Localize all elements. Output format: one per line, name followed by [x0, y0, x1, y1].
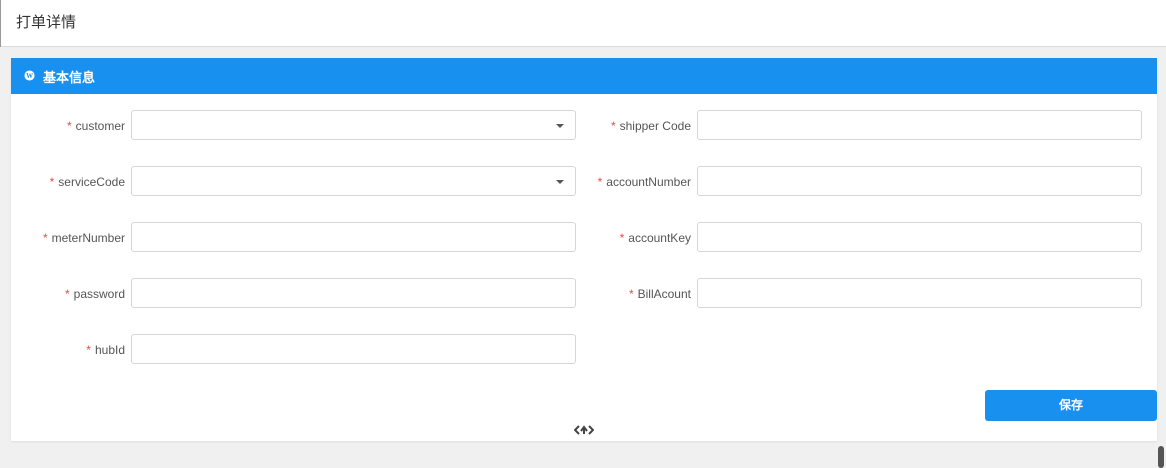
customer-select[interactable] [131, 110, 576, 140]
required-mark: * [42, 231, 48, 245]
billacount-field[interactable] [697, 278, 1142, 308]
servicecode-value[interactable] [132, 167, 575, 195]
shippercode-field[interactable] [697, 110, 1142, 140]
wordpress-icon: W [24, 70, 35, 81]
meternumber-input[interactable] [132, 223, 575, 251]
accountnumber-label: * accountNumber [598, 175, 691, 189]
billacount-label: * BillAcount [629, 287, 691, 301]
password-input[interactable] [132, 279, 575, 307]
servicecode-label: * serviceCode [50, 175, 125, 189]
svg-text:W: W [26, 73, 33, 80]
chevron-down-icon[interactable] [556, 124, 564, 128]
password-field[interactable] [131, 278, 576, 308]
customer-label-text: customer [75, 119, 125, 133]
shippercode-label: * shipper Code [611, 119, 691, 133]
password-label: * password [65, 287, 125, 301]
accountkey-input[interactable] [698, 223, 1141, 251]
hubid-label-text: hubId [94, 343, 125, 357]
required-mark: * [66, 119, 72, 133]
save-button[interactable]: 保存 [985, 390, 1157, 421]
servicecode-select[interactable] [131, 166, 576, 196]
billacount-input[interactable] [698, 279, 1141, 307]
required-mark: * [86, 343, 91, 357]
required-mark: * [64, 287, 70, 301]
page-title: 打单详情 [16, 14, 77, 31]
billacount-label-text: BillAcount [637, 287, 691, 301]
accountnumber-field[interactable] [697, 166, 1142, 196]
accountkey-label: * accountKey [620, 231, 691, 245]
accountkey-field[interactable] [697, 222, 1142, 252]
accountnumber-label-text: accountNumber [606, 175, 691, 189]
scrollbar-thumb[interactable] [1158, 446, 1164, 468]
window-edge [0, 0, 1, 47]
customer-label: * customer [67, 119, 125, 133]
shippercode-input[interactable] [698, 111, 1141, 139]
basic-info-panel: W 基本信息 * customer * serviceCode * meterNumb… [11, 58, 1157, 441]
required-mark: * [619, 231, 625, 245]
shippercode-label-text: shipper Code [619, 119, 691, 133]
panel-header: W 基本信息 [11, 58, 1157, 94]
hubid-label: * hubId [86, 343, 125, 357]
required-mark: * [597, 175, 603, 189]
collapse-toggle-icon[interactable] [574, 424, 594, 436]
page-header: 打单详情 [0, 0, 1166, 47]
panel-title: 基本信息 [43, 70, 96, 85]
required-mark: * [628, 287, 634, 301]
meternumber-field[interactable] [131, 222, 576, 252]
required-mark: * [610, 119, 616, 133]
password-label-text: password [73, 287, 125, 301]
meternumber-label-text: meterNumber [51, 231, 125, 245]
chevron-down-icon[interactable] [556, 180, 564, 184]
accountnumber-input[interactable] [698, 167, 1141, 195]
accountkey-label-text: accountKey [628, 231, 691, 245]
hubid-input[interactable] [132, 335, 575, 363]
servicecode-label-text: serviceCode [58, 175, 125, 189]
meternumber-label: * meterNumber [43, 231, 125, 245]
required-mark: * [49, 175, 55, 189]
customer-value[interactable] [132, 111, 575, 139]
hubid-field[interactable] [131, 334, 576, 364]
